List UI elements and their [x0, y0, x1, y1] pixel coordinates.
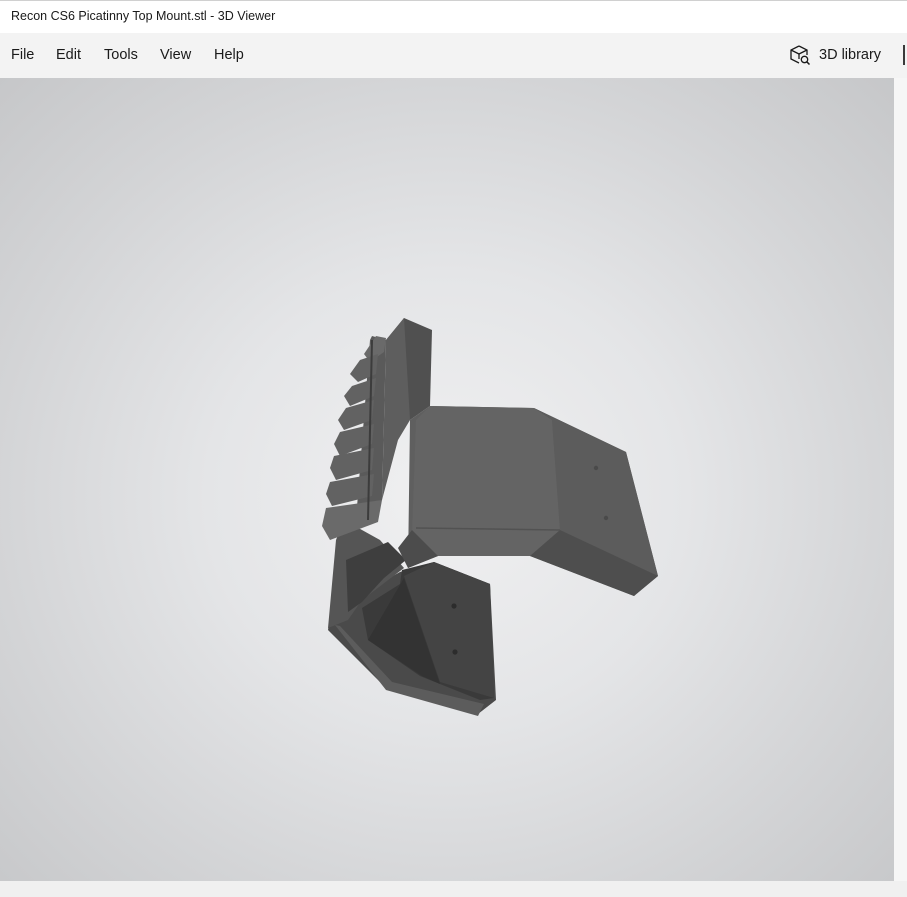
3d-viewport[interactable] [0, 78, 894, 881]
menu-help[interactable]: Help [214, 47, 244, 63]
3d-model-render [322, 318, 658, 716]
menu-tools[interactable]: Tools [104, 47, 138, 63]
title-bar: Recon CS6 Picatinny Top Mount.stl - 3D V… [0, 0, 907, 33]
3d-library-label: 3D library [819, 47, 882, 63]
status-bar [0, 881, 907, 897]
menu-bar: File Edit Tools View Help 3D library [0, 33, 907, 78]
menu-view[interactable]: View [160, 47, 191, 63]
3d-library-button[interactable]: 3D library [789, 43, 881, 67]
window-title: Recon CS6 Picatinny Top Mount.stl - 3D V… [11, 9, 276, 23]
menu-file[interactable]: File [11, 47, 34, 63]
cube-search-icon [789, 44, 811, 66]
vertical-scrollbar[interactable] [894, 78, 907, 881]
menu-edit[interactable]: Edit [56, 47, 81, 63]
window-edge-divider [903, 45, 905, 65]
